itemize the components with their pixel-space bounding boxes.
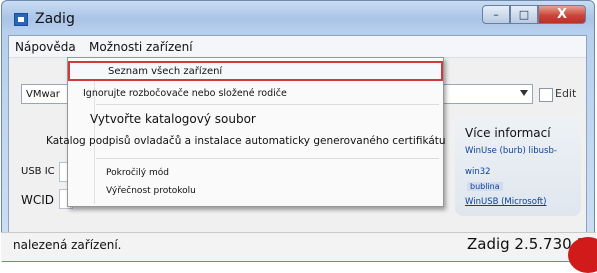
window-controls: – □ X bbox=[482, 5, 586, 25]
usb-id-label: USB IC bbox=[21, 166, 55, 177]
title-bar[interactable]: Zadig – □ X bbox=[2, 1, 594, 35]
menu-item-label: Seznam všech zařízení bbox=[108, 66, 223, 77]
edit-checkbox[interactable] bbox=[539, 88, 553, 102]
edit-label: Edit bbox=[555, 87, 577, 100]
status-device-count: nalezená zařízení. bbox=[13, 238, 122, 252]
info-link-libusb[interactable]: WinUse (burb) libusb- bbox=[465, 146, 557, 156]
zadig-app-icon bbox=[14, 13, 28, 26]
info-link-bubble[interactable]: bublina bbox=[467, 182, 503, 191]
device-options-menu: Seznam všech zařízení Ignorujte rozbočov… bbox=[46, 57, 446, 207]
menu-help[interactable]: Nápověda bbox=[15, 40, 76, 54]
close-icon: X bbox=[556, 7, 568, 22]
client-area: Nápověda Možnosti zařízení VMwar Edit US… bbox=[8, 35, 587, 250]
annotation-marker bbox=[568, 237, 597, 273]
maximize-icon: □ bbox=[518, 8, 530, 21]
menu-item-list-all-devices[interactable]: Seznam všech zařízení bbox=[68, 61, 443, 81]
close-button[interactable]: X bbox=[538, 5, 586, 24]
menu-bar: Nápověda Možnosti zařízení bbox=[9, 36, 586, 58]
menu-separator bbox=[96, 158, 439, 159]
window-title: Zadig bbox=[35, 11, 75, 27]
minimize-button[interactable]: – bbox=[482, 5, 510, 24]
menu-device-options[interactable]: Možnosti zařízení bbox=[89, 40, 193, 54]
info-link-win32[interactable]: win32 bbox=[465, 167, 491, 177]
info-title: Více informací bbox=[465, 126, 551, 140]
menu-item-label: Ignorujte rozbočovače nebo složené rodič… bbox=[83, 88, 287, 99]
menu-gutter bbox=[94, 60, 95, 204]
device-select-value: VMwar bbox=[26, 89, 60, 100]
info-panel: Více informací WinUse (burb) libusb- win… bbox=[455, 116, 581, 216]
menu-item-label: Vytvořte katalogový soubor bbox=[90, 112, 256, 126]
wcid-label: WCID bbox=[21, 193, 55, 207]
menu-separator bbox=[96, 104, 439, 105]
info-link-winusb[interactable]: WinUSB (Microsoft) bbox=[465, 197, 546, 207]
maximize-button[interactable]: □ bbox=[510, 5, 538, 24]
status-bar: nalezená zařízení. Zadig 2.5.730 1 bbox=[1, 232, 596, 261]
app-window: Zadig – □ X Nápověda Možnosti zařízení V… bbox=[1, 0, 595, 262]
menu-item-label: Výřečnost protokolu bbox=[106, 186, 196, 196]
minimize-icon: – bbox=[493, 8, 499, 21]
menu-item-label: Katalog podpisů ovladačů a instalace aut… bbox=[46, 135, 446, 147]
chevron-down-icon[interactable] bbox=[520, 90, 528, 96]
menu-item-label: Pokročilý mód bbox=[106, 168, 169, 178]
